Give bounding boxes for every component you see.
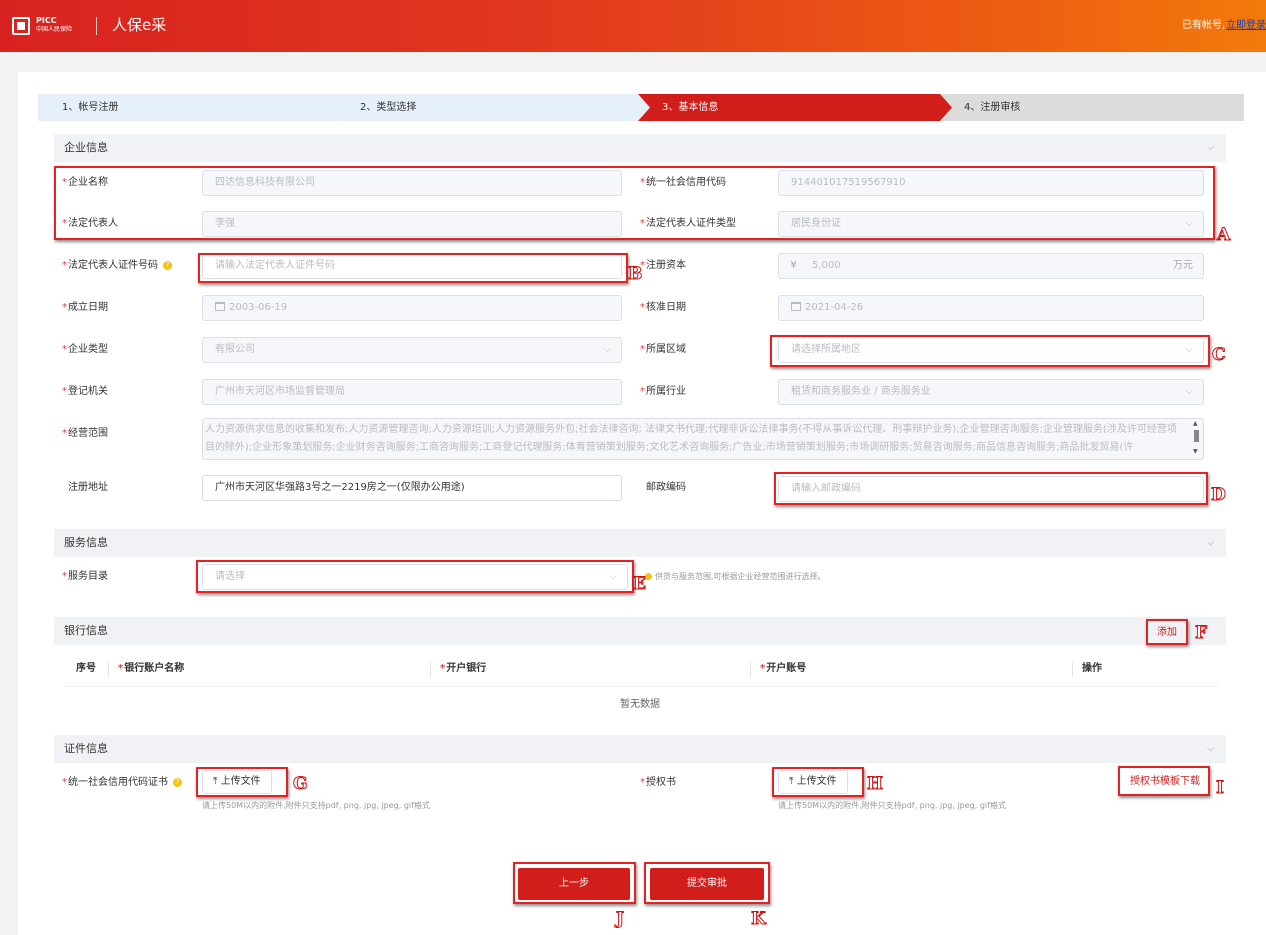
authorization-template-download-link[interactable]: 授权书模板下载 bbox=[1130, 776, 1200, 788]
section-bank-info: 银行信息 bbox=[54, 617, 1226, 645]
step-type-select: 2、类型选择 bbox=[336, 94, 654, 121]
label-business-scope: *经营范围 bbox=[62, 428, 108, 439]
label-credit-cert: *统一社会信用代码证书? bbox=[62, 777, 182, 789]
company-name-input[interactable]: 四达信息科技有限公司 bbox=[202, 170, 622, 196]
calendar-icon bbox=[215, 302, 225, 311]
annotation-marker: B bbox=[627, 264, 643, 284]
col-account-name: *银行账户名称 bbox=[118, 663, 185, 674]
logo-subtext: 中国人民保险 bbox=[36, 26, 73, 33]
annotation-marker: C bbox=[1212, 345, 1226, 365]
empty-text: 暂无数据 bbox=[620, 699, 660, 710]
label-reg-authority: *登记机关 bbox=[62, 386, 108, 397]
section-title: 服务信息 bbox=[64, 536, 108, 549]
annotation-marker: K bbox=[751, 909, 767, 929]
reg-authority-input[interactable]: 广州市天河区市场监督管理局 bbox=[202, 379, 622, 405]
established-date-input[interactable]: 2003-06-19 bbox=[202, 295, 622, 321]
prev-step-button[interactable]: 上一步 bbox=[518, 868, 630, 900]
label-legal-rep-id-no: *法定代表人证件号码? bbox=[62, 260, 172, 272]
annotation-marker: I bbox=[1216, 778, 1225, 798]
section-certificate-info[interactable]: 证件信息 ⌵ bbox=[54, 735, 1226, 763]
unit-suffix: 万元 bbox=[1163, 253, 1204, 279]
picc-logo-icon bbox=[12, 17, 30, 35]
service-note: 供货与服务范围,可根据企业经营范围进行选择。 bbox=[645, 572, 826, 582]
login-link[interactable]: 立即登录 bbox=[1226, 20, 1266, 32]
annotation-marker: J bbox=[615, 909, 625, 929]
top-header bbox=[0, 0, 1266, 52]
column-divider bbox=[1072, 661, 1073, 677]
info-icon bbox=[645, 573, 652, 580]
reg-capital-input[interactable]: 5,000 bbox=[808, 253, 1163, 279]
step-basic-info: 3、基本信息 bbox=[638, 94, 956, 121]
col-actions: 操作 bbox=[1082, 663, 1102, 674]
table-divider bbox=[64, 686, 1218, 687]
upload-hint: 请上传50M以内的附件,附件只支持pdf, png, jpg, jpeg, gi… bbox=[202, 801, 430, 810]
reg-address-input[interactable]: 广州市天河区华强路3号之一2219房之一(仅限办公用途) bbox=[202, 475, 622, 501]
logo-text: PICC bbox=[36, 16, 57, 25]
legal-rep-input[interactable]: 李强 bbox=[202, 211, 622, 237]
annotation-marker: H bbox=[866, 774, 884, 794]
annotation-marker: G bbox=[293, 774, 309, 794]
label-postcode: 邮政编码 bbox=[646, 482, 686, 493]
column-divider bbox=[430, 661, 431, 677]
company-type-select[interactable]: 有限公司 bbox=[202, 337, 622, 363]
help-icon: ? bbox=[163, 260, 172, 270]
yen-prefix: ¥ bbox=[778, 253, 808, 279]
legal-rep-id-type-select[interactable]: 居民身份证 bbox=[778, 211, 1204, 237]
login-prompt: 已有帐号, bbox=[1182, 20, 1226, 31]
label-credit-code: *统一社会信用代码 bbox=[640, 177, 726, 188]
business-scope-textarea[interactable]: 人力资源供求信息的收集和发布;人力资源管理咨询;人力资源培训;人力资源服务外包;… bbox=[202, 418, 1204, 460]
header-divider bbox=[96, 17, 97, 35]
scrollbar[interactable]: ▲ ▼ bbox=[1191, 420, 1201, 458]
service-catalog-select[interactable]: 请选择 bbox=[202, 564, 628, 590]
step-account-register: 1、帐号注册 bbox=[38, 94, 348, 121]
annotation-marker: F bbox=[1194, 623, 1208, 643]
upload-authorization-button[interactable]: ⤒ 上传文件 bbox=[778, 770, 848, 794]
add-bank-button[interactable]: 添加 bbox=[1157, 627, 1177, 639]
annotation-marker: E bbox=[633, 574, 647, 594]
submit-approval-button[interactable]: 提交审批 bbox=[650, 868, 764, 900]
region-select[interactable]: 请选择所属地区 bbox=[778, 337, 1204, 363]
label-reg-capital: *注册资本 bbox=[640, 260, 686, 271]
upload-icon: ⤒ bbox=[789, 776, 794, 787]
credit-code-input[interactable]: 914401017519567910 bbox=[778, 170, 1204, 196]
label-company-name: *企业名称 bbox=[62, 177, 108, 188]
section-title: 银行信息 bbox=[64, 624, 108, 637]
section-service-info[interactable]: 服务信息 ⌵ bbox=[54, 529, 1226, 557]
label-industry: *所属行业 bbox=[640, 386, 686, 397]
label-company-type: *企业类型 bbox=[62, 344, 108, 355]
help-icon: ? bbox=[173, 777, 182, 787]
label-established: *成立日期 bbox=[62, 302, 108, 313]
upload-icon: ⤒ bbox=[213, 776, 218, 787]
label-authorization: *授权书 bbox=[640, 777, 676, 788]
industry-select[interactable]: 租赁和商务服务业 / 商务服务业 bbox=[778, 379, 1204, 405]
label-region: *所属区域 bbox=[640, 344, 686, 355]
col-bank: *开户银行 bbox=[440, 663, 487, 674]
postcode-input[interactable]: 请输入邮政编码 bbox=[778, 476, 1204, 502]
step-review: 4、注册审核 bbox=[940, 94, 1244, 121]
col-index: 序号 bbox=[76, 663, 96, 674]
label-reg-address: 注册地址 bbox=[68, 482, 108, 493]
annotation-marker: A bbox=[1216, 225, 1231, 245]
chevron-down-icon: ⌵ bbox=[1207, 538, 1214, 548]
app-title: 人保e采 bbox=[112, 16, 167, 34]
col-account-no: *开户账号 bbox=[760, 663, 807, 674]
chevron-down-icon: ⌵ bbox=[1207, 744, 1214, 754]
chevron-down-icon: ⌵ bbox=[1207, 143, 1214, 153]
calendar-icon bbox=[791, 302, 801, 311]
section-title: 证件信息 bbox=[64, 742, 108, 755]
column-divider bbox=[750, 661, 751, 677]
label-approved: *核准日期 bbox=[640, 302, 686, 313]
label-service-catalog: *服务目录 bbox=[62, 571, 108, 582]
legal-rep-id-no-input[interactable]: 请输入法定代表人证件号码 bbox=[202, 253, 622, 279]
label-legal-rep: *法定代表人 bbox=[62, 218, 118, 229]
upload-credit-cert-button[interactable]: ⤒ 上传文件 bbox=[202, 770, 272, 794]
label-legal-rep-id-type: *法定代表人证件类型 bbox=[640, 218, 736, 229]
annotation-marker: D bbox=[1211, 485, 1227, 505]
upload-hint: 请上传50M以内的附件,附件只支持pdf, png, jpg, jpeg, gi… bbox=[778, 801, 1006, 810]
approved-date-input[interactable]: 2021-04-26 bbox=[778, 295, 1204, 321]
column-divider bbox=[108, 661, 109, 677]
section-company-info[interactable]: 企业信息 ⌵ bbox=[54, 134, 1226, 162]
section-title: 企业信息 bbox=[64, 141, 108, 154]
